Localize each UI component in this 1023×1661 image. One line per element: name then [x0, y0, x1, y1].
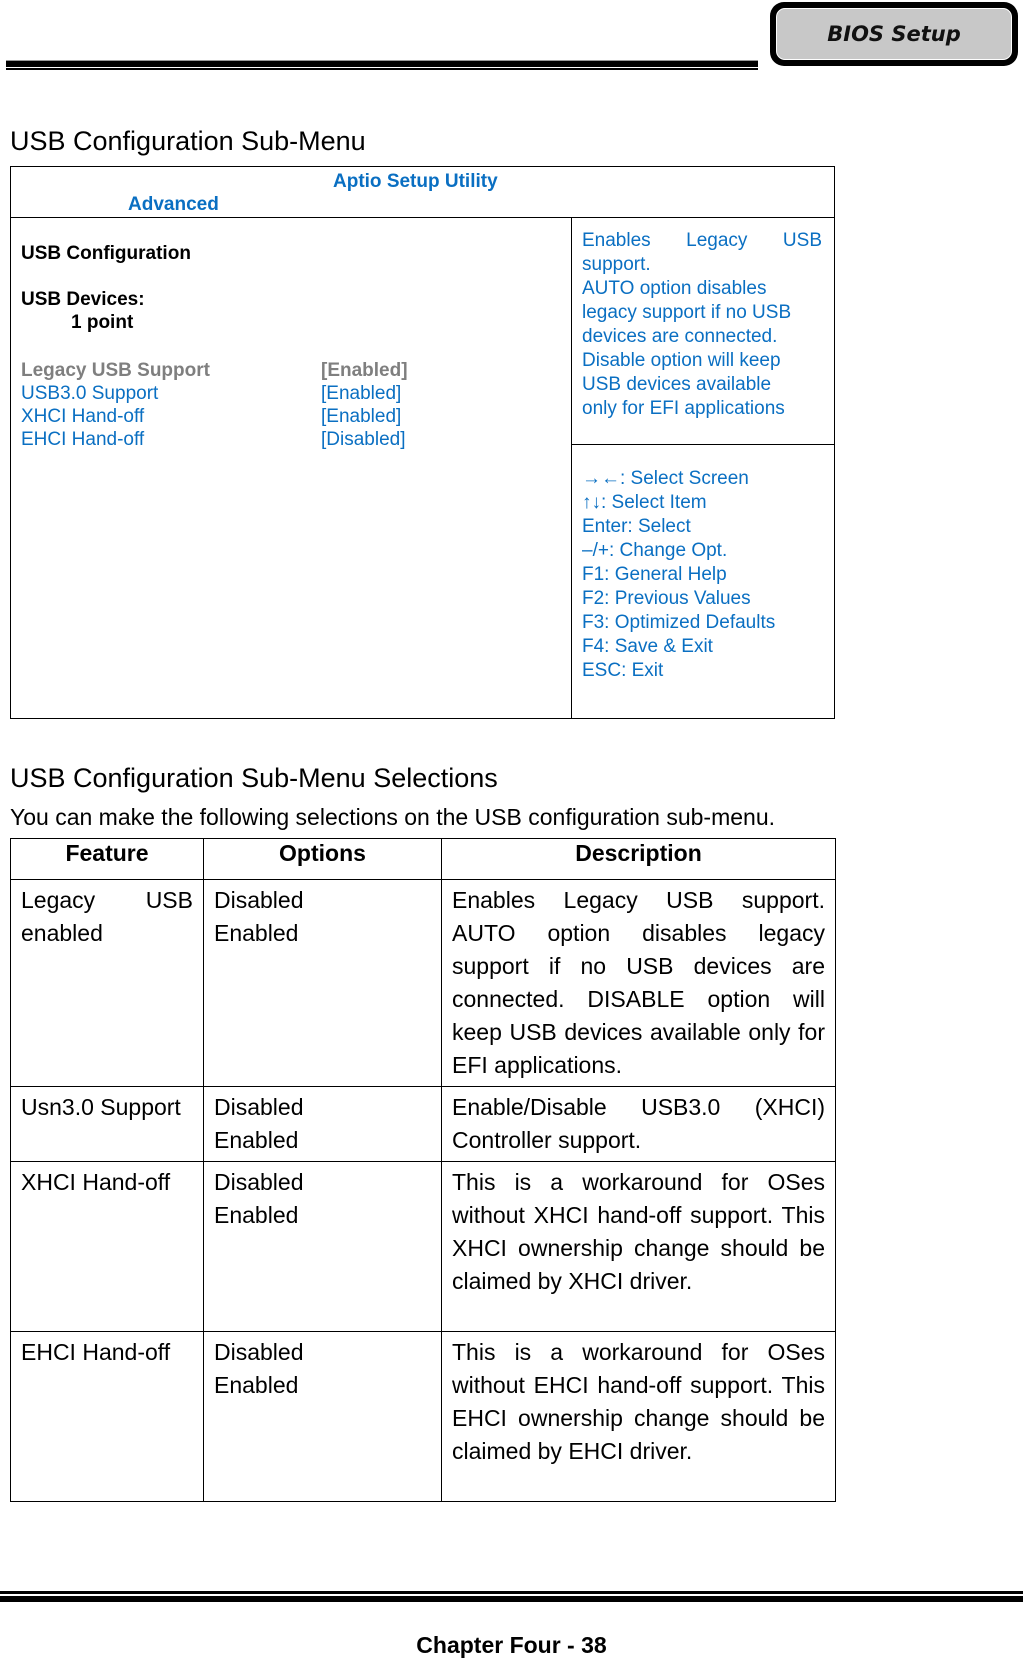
header-tab: BIOS Setup [770, 2, 1018, 66]
bios-help-panel: Enables Legacy USB support. AUTO option … [571, 217, 834, 718]
bios-item-label: EHCI Hand-off [21, 429, 145, 450]
bios-header: Aptio Setup Utility Advanced [11, 167, 834, 218]
description-cell: Enables Legacy USB support. AUTO option … [441, 879, 836, 1087]
option: Enabled [214, 920, 299, 946]
options-cell: Disabled Enabled [203, 1086, 442, 1162]
bios-item-ehci-handoff[interactable]: EHCI Hand-off [Disabled] [21, 429, 541, 451]
bios-item-xhci-handoff[interactable]: XHCI Hand-off [Enabled] [21, 406, 541, 428]
section-title-usb-config: USB Configuration Sub-Menu [10, 126, 366, 156]
key-hint-f2: F2: Previous Values [582, 588, 751, 609]
usb-devices-value: 1 point [71, 312, 134, 333]
bios-item-label: USB3.0 Support [21, 383, 159, 404]
option: Enabled [214, 1202, 299, 1228]
key-hint-f3: F3: Optimized Defaults [582, 612, 776, 633]
help-line: only for EFI applications [582, 398, 785, 419]
bios-key-legend: →←: Select Screen ↑↓: Select Item Enter:… [582, 467, 775, 683]
help-word: USB [782, 230, 822, 251]
feature-cell: XHCI Hand-off [10, 1161, 204, 1332]
bios-item-value[interactable]: [Enabled] [321, 360, 408, 382]
bios-item-usb3[interactable]: USB3.0 Support [Enabled] [21, 383, 541, 405]
table-row: Usn3.0 Support Disabled Enabled Enable/Di… [10, 1086, 836, 1162]
table-row: Legacy USB enabled Disabled Enabled Enabl… [10, 879, 836, 1087]
key-hint-change-opt: –/+: Change Opt. [582, 540, 728, 561]
bios-help-text: Enables Legacy USB support. AUTO option … [571, 217, 834, 445]
bios-item-label: XHCI Hand-off [21, 406, 145, 427]
description-cell: This is a workaround for OSes without XH… [441, 1161, 836, 1332]
table-row: EHCI Hand-off Disabled Enabled This is a … [10, 1331, 836, 1502]
col-header-options: Options [203, 838, 442, 880]
feature-cell: EHCI Hand-off [10, 1331, 204, 1502]
section-title-selections: USB Configuration Sub-Menu Selections [10, 763, 498, 793]
key-hint-f4: F4: Save & Exit [582, 636, 713, 657]
help-line: Disable option will keep [582, 350, 781, 371]
help-line: USB devices available [582, 374, 772, 395]
header-tab-label: BIOS Setup [827, 22, 961, 46]
option: Enabled [214, 1127, 299, 1153]
bios-utility-title: Aptio Setup Utility [333, 171, 498, 192]
footer-rule [0, 1596, 1023, 1602]
key-hint-enter: Enter: Select [582, 516, 691, 537]
bios-screen: Aptio Setup Utility Advanced USB Configu… [10, 166, 835, 719]
help-word: Legacy [686, 230, 748, 251]
option: Enabled [214, 1372, 299, 1398]
options-cell: Disabled Enabled [203, 1161, 442, 1332]
option: Disabled [214, 1094, 304, 1120]
help-line: support. [582, 254, 651, 275]
option: Disabled [214, 1169, 304, 1195]
options-cell: Disabled Enabled [203, 1331, 442, 1502]
col-header-description: Description [441, 838, 836, 880]
header-rule-thin [6, 68, 758, 70]
selections-table: Feature Options Description Legacy USB e… [10, 838, 836, 1502]
key-hint-f1: F1: General Help [582, 564, 727, 585]
help-word: Enables [582, 230, 651, 251]
footer-rule-thin [0, 1591, 1023, 1594]
option: Disabled [214, 887, 304, 913]
help-line: AUTO option disables [582, 278, 767, 299]
options-cell: Disabled Enabled [203, 879, 442, 1087]
bios-item-value[interactable]: [Disabled] [321, 429, 406, 451]
help-line: legacy support if no USB [582, 302, 792, 323]
table-row: XHCI Hand-off Disabled Enabled This is a … [10, 1161, 836, 1332]
key-hint-select-screen: →←: Select Screen [582, 468, 749, 489]
description-cell: This is a workaround for OSes without EH… [441, 1331, 836, 1502]
bios-item-legacy-usb[interactable]: Legacy USB Support [Enabled] [21, 360, 541, 382]
page-footer: Chapter Four - 38 [416, 1632, 607, 1658]
key-hint-select-item: ↑↓: Select Item [582, 492, 707, 513]
bios-screen-title: USB Configuration [21, 243, 191, 264]
feature-cell: Usn3.0 Support [10, 1086, 204, 1162]
help-line: devices are connected. [582, 326, 778, 347]
col-header-feature: Feature [10, 838, 204, 880]
section-intro: You can make the following selections on… [10, 804, 775, 830]
bios-item-label: Legacy USB Support [21, 360, 210, 381]
bios-item-value[interactable]: [Enabled] [321, 383, 401, 405]
usb-devices-label: USB Devices: [21, 289, 145, 310]
key-hint-esc: ESC: Exit [582, 660, 664, 681]
feature-cell: Legacy USB enabled [10, 879, 204, 1087]
header-rule [6, 60, 758, 67]
bios-item-value[interactable]: [Enabled] [321, 406, 401, 428]
description-cell: Enable/Disable USB3.0 (XHCI) Controller … [441, 1086, 836, 1162]
table-header-row: Feature Options Description [10, 838, 836, 880]
bios-tab-advanced[interactable]: Advanced [128, 194, 219, 216]
option: Disabled [214, 1339, 304, 1365]
bios-settings-panel: USB Configuration USB Devices: 1 point L… [11, 217, 572, 718]
